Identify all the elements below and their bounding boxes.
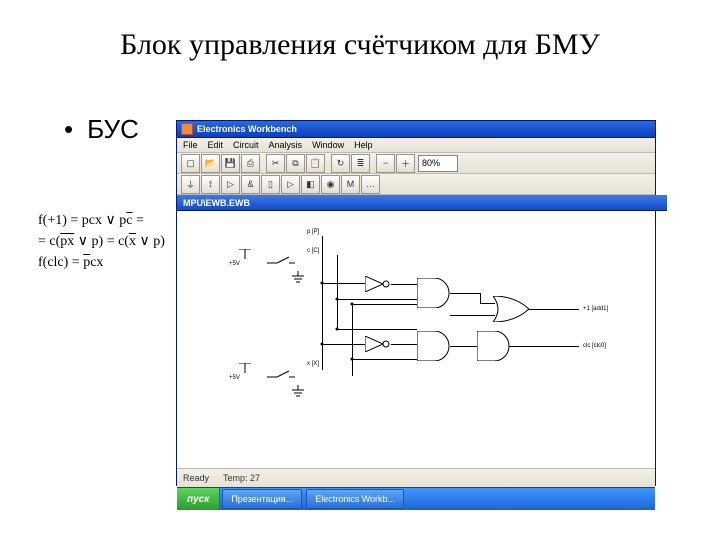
parts-toolbar: ⏚ ⟟ ▷ & ▯ ▷ ◧ ◉ M … [177, 174, 655, 195]
parts-basic-icon[interactable]: ⟟ [201, 175, 220, 194]
tool-open-icon[interactable]: 📂 [201, 154, 220, 173]
label-out-add1: +1 [add1] [583, 306, 608, 312]
toolbar: ▢ 📂 💾 ⎙ ✂ ⧉ 📋 ↻ ≣ − ＋ 80% [177, 153, 655, 174]
and-gate-1 [417, 278, 451, 308]
not-gate-1 [365, 276, 391, 292]
formula-line-2: = c(px ∨ p) = c(x ∨ p) [38, 231, 165, 252]
switch-2 [267, 369, 295, 381]
menu-circuit[interactable]: Circuit [233, 140, 259, 150]
node [336, 328, 339, 331]
menu-file[interactable]: File [183, 140, 198, 150]
status-temp: Temp: 27 [223, 473, 260, 483]
tool-save-icon[interactable]: 💾 [221, 154, 240, 173]
bullet-row: •БУС [64, 114, 139, 145]
app-window: Electronics Workbench File Edit Circuit … [176, 120, 656, 486]
menu-help[interactable]: Help [354, 140, 373, 150]
start-button[interactable]: пуск [177, 488, 220, 510]
tool-new-icon[interactable]: ▢ [181, 154, 200, 173]
menu-window[interactable]: Window [312, 140, 344, 150]
node [336, 298, 339, 301]
tool-zoomout-icon[interactable]: − [376, 154, 395, 173]
tool-cut-icon[interactable]: ✂ [266, 154, 285, 173]
and-gate-2 [417, 331, 451, 361]
parts-gate-icon[interactable]: & [241, 175, 260, 194]
taskbar-button-1[interactable]: Презентация... [222, 489, 302, 509]
tool-zoomin-icon[interactable]: ＋ [396, 154, 415, 173]
ground-icon-1 [292, 271, 304, 283]
tool-copy-icon[interactable]: ⧉ [286, 154, 305, 173]
parts-mixed-icon[interactable]: ◧ [301, 175, 320, 194]
slide-title: Блок управления счётчиком для БМУ [0, 28, 720, 62]
app-icon [181, 123, 193, 135]
tool-props-icon[interactable]: ≣ [351, 154, 370, 173]
zoom-field[interactable]: 80% [418, 155, 458, 172]
label-p: p [P] [307, 229, 319, 235]
menu-edit[interactable]: Edit [208, 140, 224, 150]
tool-rotate-icon[interactable]: ↻ [331, 154, 350, 173]
document-tab[interactable]: MPU\EWB.EWB [177, 195, 667, 211]
parts-ic-icon[interactable]: ▯ [261, 175, 280, 194]
formula-line-1: f(+1) = pcx ∨ pc = [38, 210, 165, 231]
node [351, 303, 354, 306]
taskbar-button-2[interactable]: Electronics Workb... [306, 489, 404, 509]
node [321, 343, 324, 346]
status-ready: Ready [183, 473, 209, 483]
parts-indic-icon[interactable]: ◉ [321, 175, 340, 194]
statusbar: Ready Temp: 27 [177, 468, 655, 487]
switch-1 [267, 255, 295, 267]
node [351, 358, 354, 361]
parts-diodes-icon[interactable]: ▷ [221, 175, 240, 194]
and-gate-3 [477, 331, 511, 361]
titlebar-text: Electronics Workbench [197, 124, 297, 134]
parts-meter-icon[interactable]: M [341, 175, 360, 194]
label-x: x [X] [307, 361, 319, 367]
formula-line-3: f(clc) = pcx [38, 252, 165, 273]
tool-paste-icon[interactable]: 📋 [306, 154, 325, 173]
ground-icon-2 [292, 385, 304, 397]
menubar[interactable]: File Edit Circuit Analysis Window Help [177, 138, 655, 153]
label-c: c [C] [307, 248, 319, 254]
node [321, 282, 324, 285]
parts-sources-icon[interactable]: ⏚ [181, 175, 200, 194]
schematic-canvas[interactable]: p [P] c [C] x [X] +5V +5V [177, 211, 655, 468]
bullet-dot: • [64, 114, 87, 144]
parts-misc-icon[interactable]: … [361, 175, 380, 194]
formula-block: f(+1) = pcx ∨ pc = = c(px ∨ p) = c(x ∨ p… [38, 210, 165, 273]
vcc-icon-2 [239, 363, 251, 381]
titlebar: Electronics Workbench [177, 121, 655, 138]
menu-analysis[interactable]: Analysis [269, 140, 303, 150]
taskbar: пуск Презентация... Electronics Workb... [177, 487, 655, 510]
parts-analog-icon[interactable]: ▷ [281, 175, 300, 194]
or-gate [493, 296, 529, 322]
vcc-icon-1 [239, 249, 251, 267]
label-out-clc: clc [clc0] [583, 343, 606, 349]
tool-print-icon[interactable]: ⎙ [241, 154, 260, 173]
not-gate-2 [365, 336, 391, 352]
bullet-text: БУС [87, 114, 139, 144]
